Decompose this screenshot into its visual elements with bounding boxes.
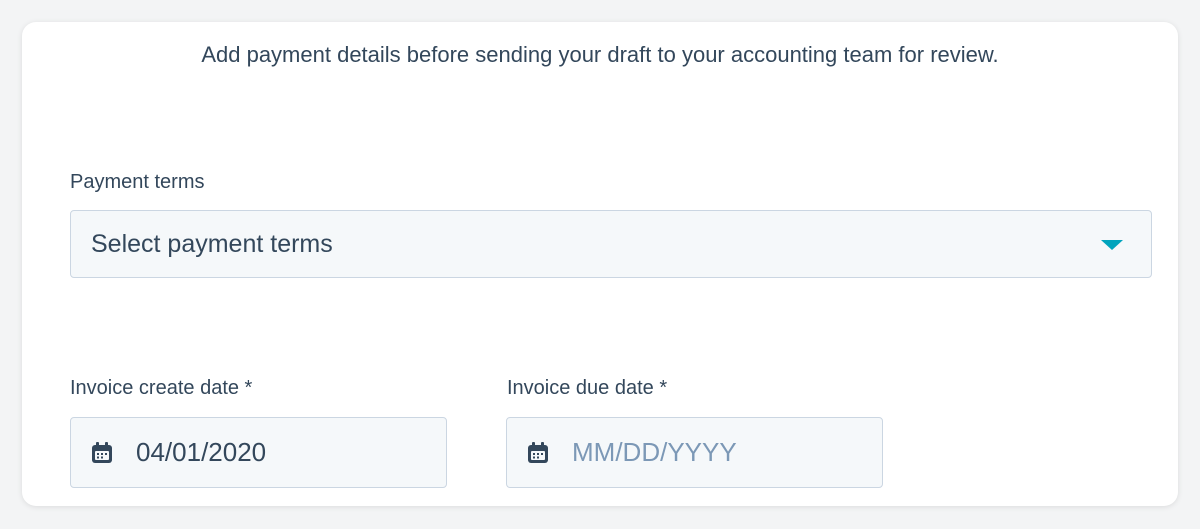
payment-terms-select[interactable]: Select payment terms xyxy=(70,210,1152,278)
payment-details-card: Add payment details before sending your … xyxy=(22,22,1178,506)
invoice-due-date-input[interactable]: MM/DD/YYYY xyxy=(506,417,883,488)
caret-down-icon xyxy=(1101,240,1123,250)
calendar-icon xyxy=(92,442,112,463)
payment-terms-label: Payment terms xyxy=(70,171,205,193)
calendar-icon xyxy=(528,442,548,463)
invoice-due-date-placeholder: MM/DD/YYYY xyxy=(572,437,737,467)
invoice-create-date-label: Invoice create date * xyxy=(70,377,253,399)
invoice-create-date-input[interactable]: 04/01/2020 xyxy=(70,417,447,488)
invoice-due-date-label: Invoice due date * xyxy=(507,377,668,399)
invoice-create-date-value: 04/01/2020 xyxy=(136,437,267,467)
intro-text: Add payment details before sending your … xyxy=(201,42,999,67)
payment-terms-selected-value: Select payment terms xyxy=(91,230,333,258)
